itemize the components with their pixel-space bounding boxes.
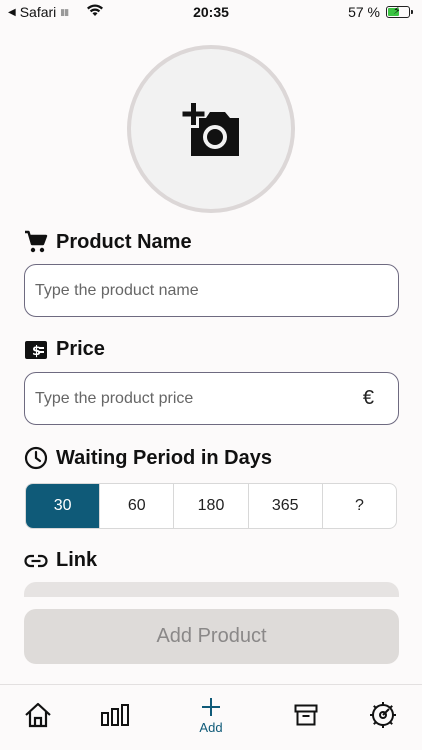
link-label: Link [56, 549, 98, 571]
bar-chart-icon [101, 704, 129, 726]
tab-settings[interactable] [353, 685, 413, 745]
product-name-heading: Product Name [24, 230, 192, 254]
battery-icon: ⚡ [386, 5, 413, 18]
period-option-unknown[interactable]: ? [323, 484, 396, 528]
price-heading: $ Price [24, 338, 105, 361]
home-icon [25, 702, 51, 728]
tab-bar: Add [0, 684, 422, 750]
add-photo-button[interactable] [127, 45, 295, 213]
cart-icon [25, 230, 48, 253]
price-label: Price [56, 338, 105, 360]
tab-add-label: Add [199, 719, 223, 735]
plus-icon [202, 697, 220, 716]
tab-add[interactable]: Add [181, 685, 241, 745]
euro-currency-icon: € [362, 387, 374, 409]
add-product-button[interactable]: Add Product [24, 609, 399, 664]
add-photo-icon [182, 103, 239, 156]
period-option-30[interactable]: 30 [26, 484, 101, 528]
price-input[interactable] [35, 389, 357, 408]
archive-icon [294, 704, 318, 726]
tab-statistics[interactable] [85, 685, 145, 745]
charging-bolt-icon: ⚡ [393, 5, 401, 17]
clock-icon [24, 446, 48, 470]
price-field[interactable]: € [24, 372, 399, 425]
product-name-input[interactable] [35, 281, 388, 300]
period-option-365[interactable]: 365 [249, 484, 323, 528]
waiting-period-selector: 30 60 180 365 ? [25, 483, 397, 529]
tab-archive[interactable] [276, 685, 336, 745]
settings-gear-icon [370, 702, 396, 728]
period-option-180[interactable]: 180 [174, 484, 249, 528]
status-bar: ◀ Safari ▮▮ 20:35 57 % ⚡ [0, 0, 422, 24]
period-option-60[interactable]: 60 [100, 484, 175, 528]
tab-home[interactable] [8, 685, 68, 745]
link-icon [24, 554, 48, 567]
battery-percent: 57 % [348, 4, 380, 20]
link-input-field[interactable] [24, 582, 399, 597]
waiting-period-heading: Waiting Period in Days [24, 446, 272, 470]
waiting-period-label: Waiting Period in Days [56, 446, 272, 469]
link-heading: Link [24, 549, 97, 572]
money-icon: $ [25, 340, 47, 359]
product-name-label: Product Name [56, 230, 192, 253]
product-name-field[interactable] [24, 264, 399, 317]
